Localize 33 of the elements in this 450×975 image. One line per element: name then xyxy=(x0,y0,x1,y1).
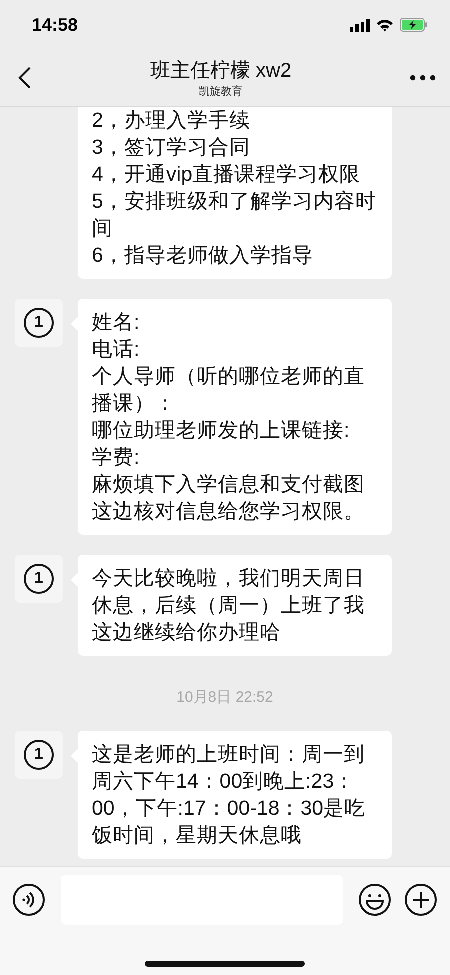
message-text: 6，指导老师做入学指导 xyxy=(92,243,314,269)
avatar[interactable]: 1 xyxy=(15,555,63,603)
message-text: 2，办理入学手续 xyxy=(92,108,252,134)
avatar-number: 1 xyxy=(24,564,54,594)
message-text: 麻烦填下入学信息和支付截图这边核对信息给您学习权限。 xyxy=(92,472,366,525)
back-icon[interactable] xyxy=(18,66,32,90)
message-text: 5，安排班级和了解学习内容时间 xyxy=(92,189,378,242)
message-text: 饭时间，星期天休息哦 xyxy=(92,823,303,849)
chat-subtitle: 凯旋教育 xyxy=(199,84,243,99)
status-time: 14:58 xyxy=(32,14,78,36)
plus-icon[interactable] xyxy=(404,883,438,917)
avatar[interactable]: 1 xyxy=(15,299,63,347)
message-text: 姓名: xyxy=(92,310,141,336)
message-text: 00，下午:17：00-18：30是吃 xyxy=(92,796,367,822)
message-text: 3，签订学习合同 xyxy=(92,135,252,161)
message-text: 今天比较晚啦，我们明天周日休息，后续（周一）上班了我这边继续给你办理哈 xyxy=(92,566,366,646)
voice-icon[interactable] xyxy=(12,883,46,917)
message-text: 周六下午14：00到晚上:23： xyxy=(92,769,356,795)
message-text: 学费: xyxy=(92,445,141,471)
avatar[interactable]: 1 xyxy=(15,731,63,779)
emoji-icon[interactable] xyxy=(358,883,392,917)
more-icon[interactable] xyxy=(410,75,436,81)
avatar-number: 1 xyxy=(24,740,54,770)
message-text: 4，开通vip直播课程学习权限 xyxy=(92,162,362,188)
chat-title: 班主任柠檬 xw2 xyxy=(150,59,292,84)
message-text: 电话: xyxy=(92,337,141,363)
avatar-number: 1 xyxy=(24,308,54,338)
wifi-icon xyxy=(376,18,394,32)
signal-icon xyxy=(350,18,370,32)
message-text: 个人导师（听的哪位老师的直播课）： xyxy=(92,364,366,417)
message-timestamp: 10月8日 22:52 xyxy=(176,688,274,707)
message-text: 哪位助理老师发的上课链接: xyxy=(92,418,351,444)
message-text: 这是老师的上班时间：周一到 xyxy=(92,742,366,768)
